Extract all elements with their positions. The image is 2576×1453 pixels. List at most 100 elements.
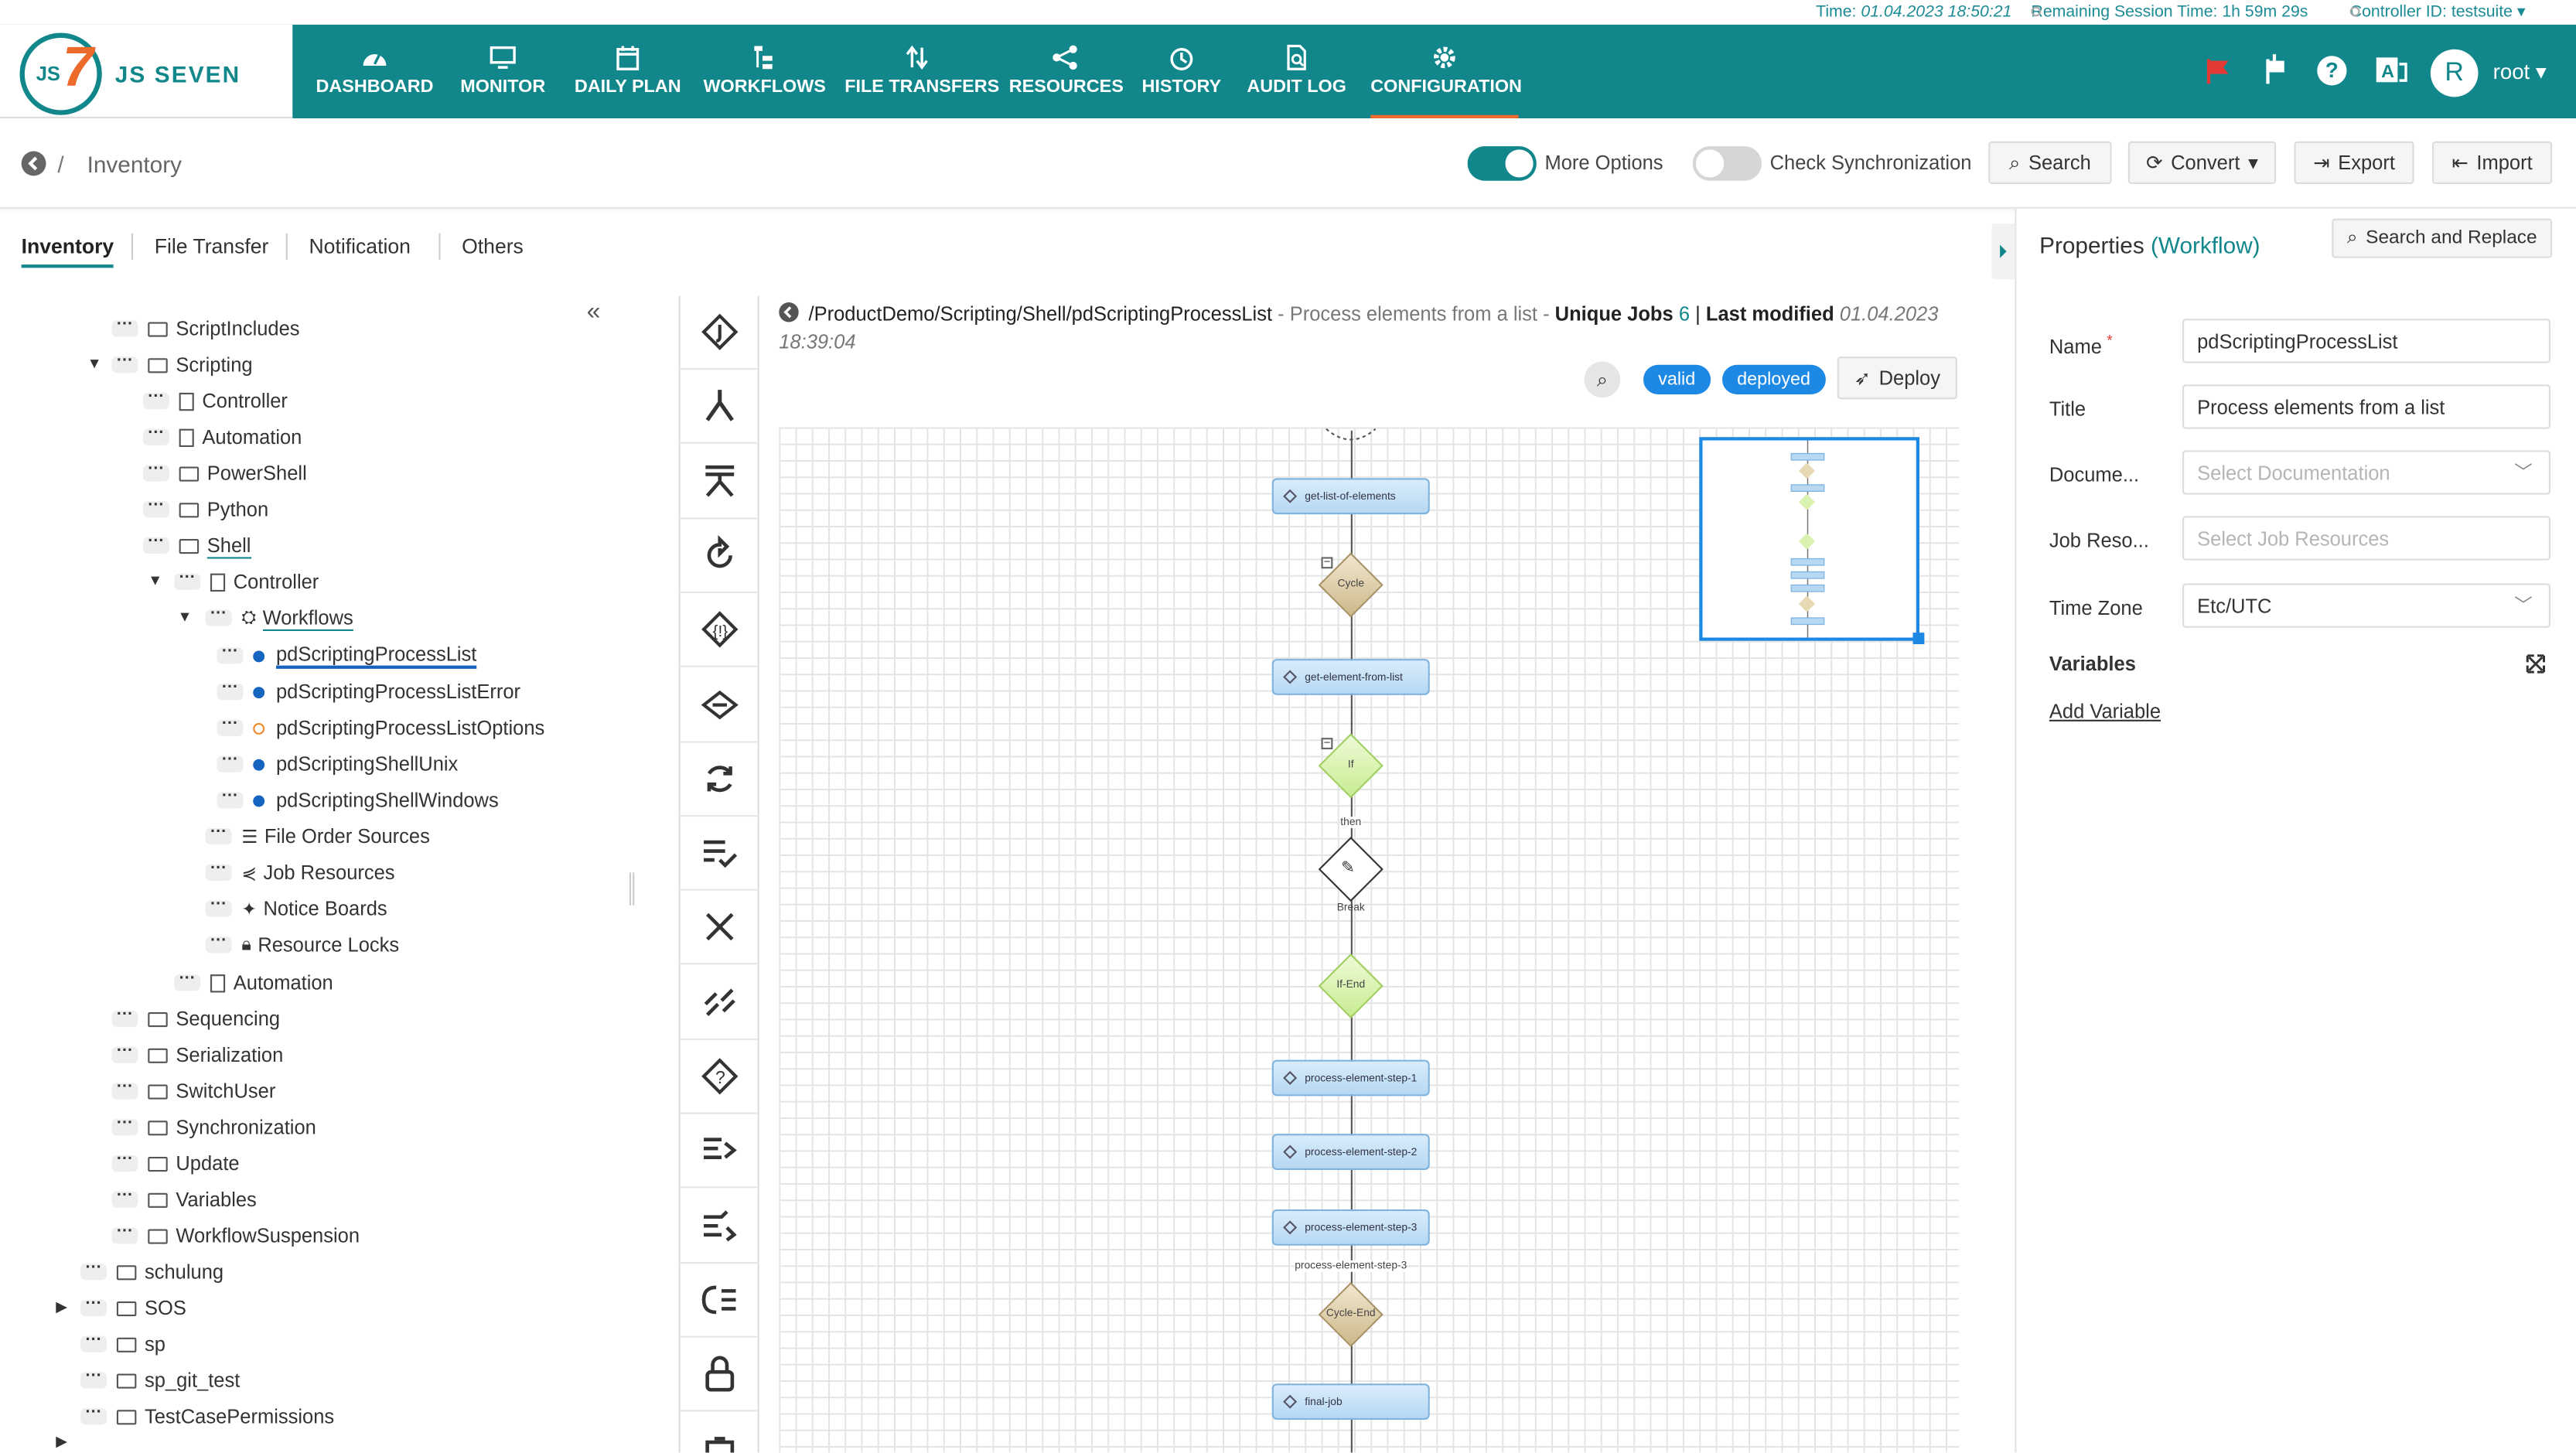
more-actions-icon[interactable]: ··· [111, 1007, 138, 1028]
tree-item[interactable]: ··· sp_git_test [80, 1364, 240, 1397]
collapse-panel-icon[interactable]: « [587, 298, 601, 326]
tree-item[interactable]: ··· pdScriptingProcessListError [217, 675, 520, 708]
nav-history[interactable]: HISTORY [1141, 25, 1223, 118]
tree-item[interactable]: ··· Synchronization [111, 1111, 316, 1144]
more-actions-icon[interactable]: ··· [142, 534, 169, 554]
more-actions-icon[interactable]: ··· [111, 1042, 138, 1063]
tree-item[interactable]: ··· Sequencing [111, 1002, 280, 1035]
tree-item[interactable]: ··· SwitchUser [111, 1075, 275, 1108]
caret-down-icon[interactable]: ▼ [148, 572, 162, 588]
back-circle-icon[interactable] [779, 302, 799, 322]
tab-notification[interactable]: Notification [309, 235, 411, 258]
retry-tool[interactable] [678, 519, 759, 593]
tree-item[interactable]: ··· Serialization [111, 1039, 283, 1072]
more-actions-icon[interactable]: ··· [217, 752, 244, 773]
more-actions-icon[interactable]: ··· [80, 1404, 107, 1425]
flags-icon[interactable] [2261, 53, 2291, 86]
more-actions-icon[interactable]: ··· [217, 715, 244, 736]
controller-id-dropdown[interactable]: Controller ID: testsuite ▾ [2349, 3, 2526, 22]
red-flag-icon[interactable] [2204, 56, 2233, 85]
expand-icon[interactable] [2526, 654, 2546, 674]
help-icon[interactable]: ? [2317, 56, 2347, 86]
consume-notice-tool[interactable] [678, 1264, 759, 1338]
finish-tool[interactable] [678, 817, 759, 891]
job-node[interactable]: process-element-step-1 [1271, 1059, 1430, 1097]
more-actions-icon[interactable]: ··· [142, 389, 169, 410]
nav-monitor[interactable]: MONITOR [454, 25, 553, 118]
user-menu[interactable]: root ▾ [2493, 60, 2547, 86]
more-actions-icon[interactable]: ··· [111, 353, 138, 373]
tree-item[interactable]: ··· Python [142, 493, 268, 527]
more-actions-icon[interactable]: ··· [217, 680, 244, 701]
nav-dashboard[interactable]: DASHBOARD [316, 25, 434, 118]
graph-search-icon[interactable]: ⌕ [1584, 361, 1621, 398]
job-node[interactable]: final-job [1271, 1383, 1430, 1420]
more-actions-icon[interactable]: ··· [111, 316, 138, 337]
export-button[interactable]: ⇥ Export [2294, 141, 2414, 184]
title-input[interactable]: Process elements from a list [2182, 384, 2550, 429]
more-actions-icon[interactable]: ··· [174, 569, 201, 590]
more-actions-icon[interactable]: ··· [80, 1332, 107, 1352]
more-actions-icon[interactable]: ··· [142, 497, 169, 518]
tree-item[interactable]: ··· pdScriptingProcessList [217, 640, 477, 673]
more-actions-icon[interactable]: ··· [205, 860, 232, 881]
tree-item[interactable]: ··· pdScriptingProcessListOptions [217, 711, 544, 745]
more-actions-icon[interactable]: ··· [80, 1368, 107, 1389]
fork-list-tool[interactable] [678, 445, 759, 519]
tree-item[interactable]: ··· Update [111, 1147, 240, 1180]
tab-file-transfer[interactable]: File Transfer [155, 235, 269, 258]
more-actions-icon[interactable]: ··· [174, 970, 201, 991]
nav-resources[interactable]: RESOURCES [1009, 25, 1124, 118]
tab-others[interactable]: Others [462, 235, 524, 258]
fork-tool[interactable] [678, 370, 759, 445]
more-actions-icon[interactable]: ··· [142, 461, 169, 482]
collapse-node-icon[interactable]: − [1321, 557, 1333, 569]
tree-item[interactable]: ··· schulung [80, 1256, 223, 1289]
condition-tool[interactable] [678, 668, 759, 742]
tree-item[interactable]: ··· Scripting [111, 349, 253, 382]
break-tool[interactable] [678, 966, 759, 1040]
tree-item[interactable]: ··· Variables [111, 1183, 257, 1216]
job-instruction-tool[interactable] [678, 296, 759, 370]
job-node[interactable]: get-element-from-list [1271, 659, 1430, 695]
nav-configuration[interactable]: CONFIGURATION [1370, 25, 1522, 118]
add-variable-link[interactable]: Add Variable [2049, 700, 2161, 723]
tree-item[interactable]: ··· Automation [174, 967, 333, 1000]
caret-down-icon[interactable]: ▼ [178, 608, 193, 624]
tree-item[interactable]: ··· ⛭ Workflows [205, 602, 353, 635]
job-node[interactable]: process-element-step-2 [1271, 1134, 1430, 1170]
sticky-note-tool[interactable] [679, 1412, 759, 1453]
caret-right-icon[interactable]: ▶ [56, 1298, 67, 1316]
nav-daily-plan[interactable]: DAILY PLAN [572, 25, 684, 118]
cycle-tool[interactable] [678, 742, 759, 817]
caret-down-icon[interactable]: ▼ [87, 355, 102, 371]
tree-item[interactable]: ··· Shell [142, 529, 251, 562]
deploy-button[interactable]: ➶ Deploy [1837, 356, 1957, 400]
user-avatar[interactable]: R [2430, 49, 2479, 97]
panel-resize-handle[interactable] [629, 872, 635, 906]
tree-item[interactable]: ··· Automation [142, 421, 302, 454]
search-button[interactable]: ⌕ Search [1988, 141, 2112, 184]
panel-toggle-tab[interactable] [1991, 223, 2015, 280]
caret-right-icon[interactable]: ▶ [56, 1433, 67, 1451]
tree-item[interactable]: ··· ☰ File Order Sources [205, 820, 430, 853]
collapse-node-icon[interactable]: − [1321, 738, 1333, 749]
tree-item[interactable]: ··· pdScriptingShellWindows [217, 784, 499, 817]
nav-file-transfers[interactable]: FILE TRANSFERS [844, 25, 999, 118]
job-resources-select[interactable]: Select Job Resources [2182, 516, 2550, 561]
tab-inventory[interactable]: Inventory [21, 235, 114, 268]
more-actions-icon[interactable]: ··· [217, 788, 244, 809]
import-button[interactable]: ⇤ Import [2432, 141, 2553, 184]
tree-item[interactable]: ··· pdScriptingShellUnix [217, 748, 458, 781]
more-actions-icon[interactable]: ··· [205, 933, 232, 953]
try-catch-tool[interactable]: {!} [678, 594, 759, 668]
more-actions-icon[interactable]: ··· [111, 1115, 138, 1136]
tree-item[interactable]: ··· ✦ Notice Boards [205, 892, 387, 926]
lock-tool[interactable] [678, 1338, 759, 1412]
check-sync-toggle[interactable] [1692, 146, 1762, 181]
tree-item[interactable]: ··· 🔒︎ Resource Locks [205, 929, 399, 962]
more-actions-icon[interactable]: ··· [111, 1187, 138, 1208]
search-and-replace-button[interactable]: ⌕ Search and Replace [2332, 218, 2553, 258]
more-actions-icon[interactable]: ··· [111, 1223, 138, 1244]
prompt-tool[interactable]: ? [678, 1040, 759, 1114]
